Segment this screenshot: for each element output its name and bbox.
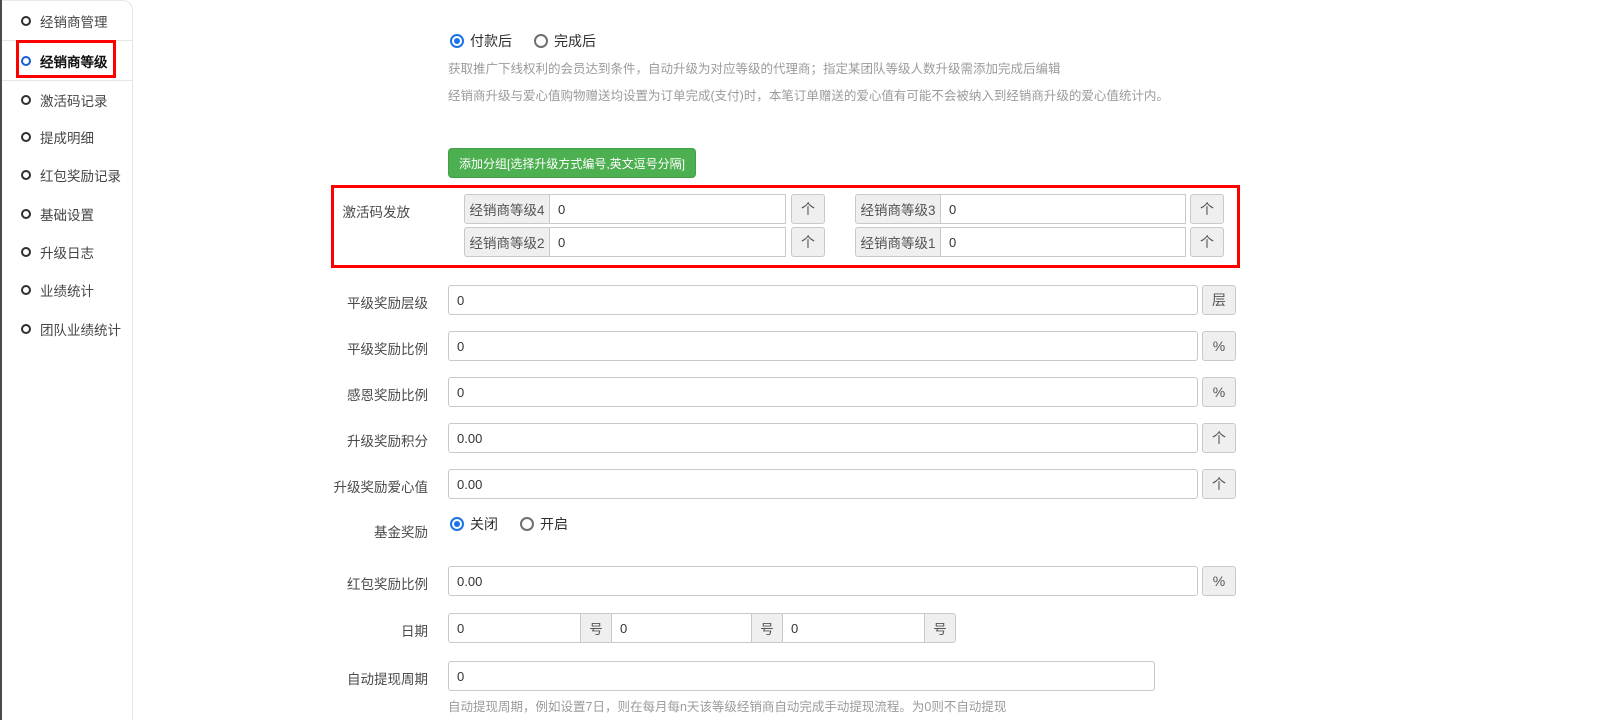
- dealer-level-settings-page: 经销商管理 经销商等级 激活码记录 提成明细 红包奖励记录 基础设置 升级日志: [0, 0, 1624, 720]
- unit-addon-percent[interactable]: %: [1202, 377, 1236, 407]
- unit-addon-percent[interactable]: %: [1202, 331, 1236, 361]
- help-text-upgrade-condition: 获取推广下线权利的会员达到条件，自动升级为对应等级的代理商；指定某团队等级人数升…: [448, 58, 1061, 77]
- upgrade-reward-love-value-input[interactable]: [448, 469, 1198, 499]
- activation-group-level2: 经销商等级2: [464, 227, 786, 257]
- date-label: 日期: [200, 620, 428, 640]
- unit-addon-ge[interactable]: 个: [1190, 227, 1224, 257]
- upgrade-reward-points-label: 升级奖励积分: [200, 430, 428, 450]
- radio-option-open[interactable]: 开启: [520, 514, 568, 534]
- gratitude-reward-ratio-input[interactable]: [448, 377, 1198, 407]
- date-input-1[interactable]: [448, 613, 581, 643]
- unit-addon-layer[interactable]: 层: [1202, 285, 1236, 315]
- sidebar-item-label: 升级日志: [40, 242, 94, 262]
- sidebar-item-redpacket-reward-records[interactable]: 红包奖励记录: [0, 155, 133, 194]
- circle-icon: [21, 209, 31, 219]
- add-group-button[interactable]: 添加分组[选择升级方式编号,英文逗号分隔]: [448, 148, 696, 178]
- help-text-love-value-note: 经销商升级与爱心值购物赠送均设置为订单完成(支付)时，本笔订单赠送的爱心值有可能…: [448, 85, 1169, 104]
- activation-group-level3: 经销商等级3: [855, 194, 1186, 224]
- sidebar-item-dealer-level[interactable]: 经销商等级: [0, 41, 133, 80]
- circle-icon: [21, 95, 31, 105]
- window-edge: [0, 0, 2, 720]
- radio-label: 关闭: [470, 514, 498, 534]
- activation-level2-input[interactable]: [549, 227, 786, 257]
- circle-icon: [21, 285, 31, 295]
- radio-option-after-payment[interactable]: 付款后: [450, 31, 512, 51]
- date-input-group: 号 号 号: [448, 613, 956, 643]
- upgrade-reward-points-input[interactable]: [448, 423, 1198, 453]
- sidebar-item-team-performance-stats[interactable]: 团队业绩统计: [0, 309, 133, 348]
- upgrade-timing-radio-group: 付款后 完成后: [450, 31, 596, 51]
- radio-label: 付款后: [470, 31, 512, 51]
- sidebar-item-basic-settings[interactable]: 基础设置: [0, 194, 133, 233]
- date-input-3[interactable]: [782, 613, 925, 643]
- unit-addon-day: 号: [924, 613, 956, 643]
- sidebar-item-label: 业绩统计: [40, 280, 94, 300]
- sidebar-item-dealer-management[interactable]: 经销商管理: [0, 1, 133, 40]
- activation-codes-label: 激活码发放: [280, 201, 410, 221]
- input-prefix-label: 经销商等级1: [855, 227, 941, 257]
- upgrade-reward-love-value-label: 升级奖励爱心值: [200, 476, 428, 496]
- radio-selected-icon: [450, 517, 464, 531]
- same-level-reward-layers-input[interactable]: [448, 285, 1198, 315]
- circle-icon: [21, 132, 31, 142]
- fund-reward-label: 基金奖励: [200, 521, 428, 541]
- sidebar-item-label: 基础设置: [40, 204, 94, 224]
- unit-addon-ge[interactable]: 个: [1202, 469, 1236, 499]
- sidebar-item-label: 经销商等级: [40, 51, 108, 71]
- auto-withdraw-cycle-label: 自动提现周期: [200, 668, 428, 688]
- activation-group-level1: 经销商等级1: [855, 227, 1186, 257]
- radio-unselected-icon: [520, 517, 534, 531]
- circle-icon: [21, 16, 31, 26]
- radio-unselected-icon: [534, 34, 548, 48]
- sidebar-item-commission-details[interactable]: 提成明细: [0, 117, 133, 156]
- unit-addon-ge[interactable]: 个: [791, 227, 825, 257]
- unit-addon-day: 号: [751, 613, 783, 643]
- activation-group-level4: 经销商等级4: [464, 194, 786, 224]
- same-level-reward-ratio-input[interactable]: [448, 331, 1198, 361]
- input-prefix-label: 经销商等级4: [464, 194, 550, 224]
- unit-addon-day: 号: [580, 613, 612, 643]
- circle-icon: [21, 56, 31, 66]
- radio-option-after-completion[interactable]: 完成后: [534, 31, 596, 51]
- same-level-reward-ratio-label: 平级奖励比例: [200, 338, 428, 358]
- radio-selected-icon: [450, 34, 464, 48]
- unit-addon-ge[interactable]: 个: [1190, 194, 1224, 224]
- unit-addon-percent[interactable]: %: [1202, 566, 1236, 596]
- radio-label: 完成后: [554, 31, 596, 51]
- activation-level1-input[interactable]: [940, 227, 1186, 257]
- sidebar: 经销商管理 经销商等级 激活码记录 提成明细 红包奖励记录 基础设置 升级日志: [0, 0, 133, 720]
- circle-icon: [21, 324, 31, 334]
- input-prefix-label: 经销商等级3: [855, 194, 941, 224]
- redpacket-reward-ratio-label: 红包奖励比例: [200, 573, 428, 593]
- unit-addon-ge[interactable]: 个: [791, 194, 825, 224]
- circle-icon: [21, 247, 31, 257]
- help-text-auto-withdraw: 自动提现周期，例如设置7日，则在每月每n天该等级经销商自动完成手动提现流程。为0…: [448, 696, 1006, 715]
- sidebar-item-label: 激活码记录: [40, 90, 108, 110]
- date-input-2[interactable]: [611, 613, 752, 643]
- gratitude-reward-ratio-label: 感恩奖励比例: [200, 384, 428, 404]
- sidebar-item-label: 团队业绩统计: [40, 319, 121, 339]
- activation-level4-input[interactable]: [549, 194, 786, 224]
- auto-withdraw-cycle-input[interactable]: [448, 661, 1155, 691]
- sidebar-item-upgrade-log[interactable]: 升级日志: [0, 232, 133, 271]
- activation-level3-input[interactable]: [940, 194, 1186, 224]
- circle-icon: [21, 170, 31, 180]
- sidebar-item-performance-stats[interactable]: 业绩统计: [0, 270, 133, 309]
- sidebar-item-label: 提成明细: [40, 127, 94, 147]
- redpacket-reward-ratio-input[interactable]: [448, 566, 1198, 596]
- radio-label: 开启: [540, 514, 568, 534]
- sidebar-item-label: 红包奖励记录: [40, 165, 121, 185]
- same-level-reward-layers-label: 平级奖励层级: [200, 292, 428, 312]
- unit-addon-ge[interactable]: 个: [1202, 423, 1236, 453]
- sidebar-item-activation-code-records[interactable]: 激活码记录: [0, 80, 133, 119]
- radio-option-closed[interactable]: 关闭: [450, 514, 498, 534]
- sidebar-item-label: 经销商管理: [40, 11, 108, 31]
- input-prefix-label: 经销商等级2: [464, 227, 550, 257]
- fund-reward-radio-group: 关闭 开启: [450, 514, 568, 534]
